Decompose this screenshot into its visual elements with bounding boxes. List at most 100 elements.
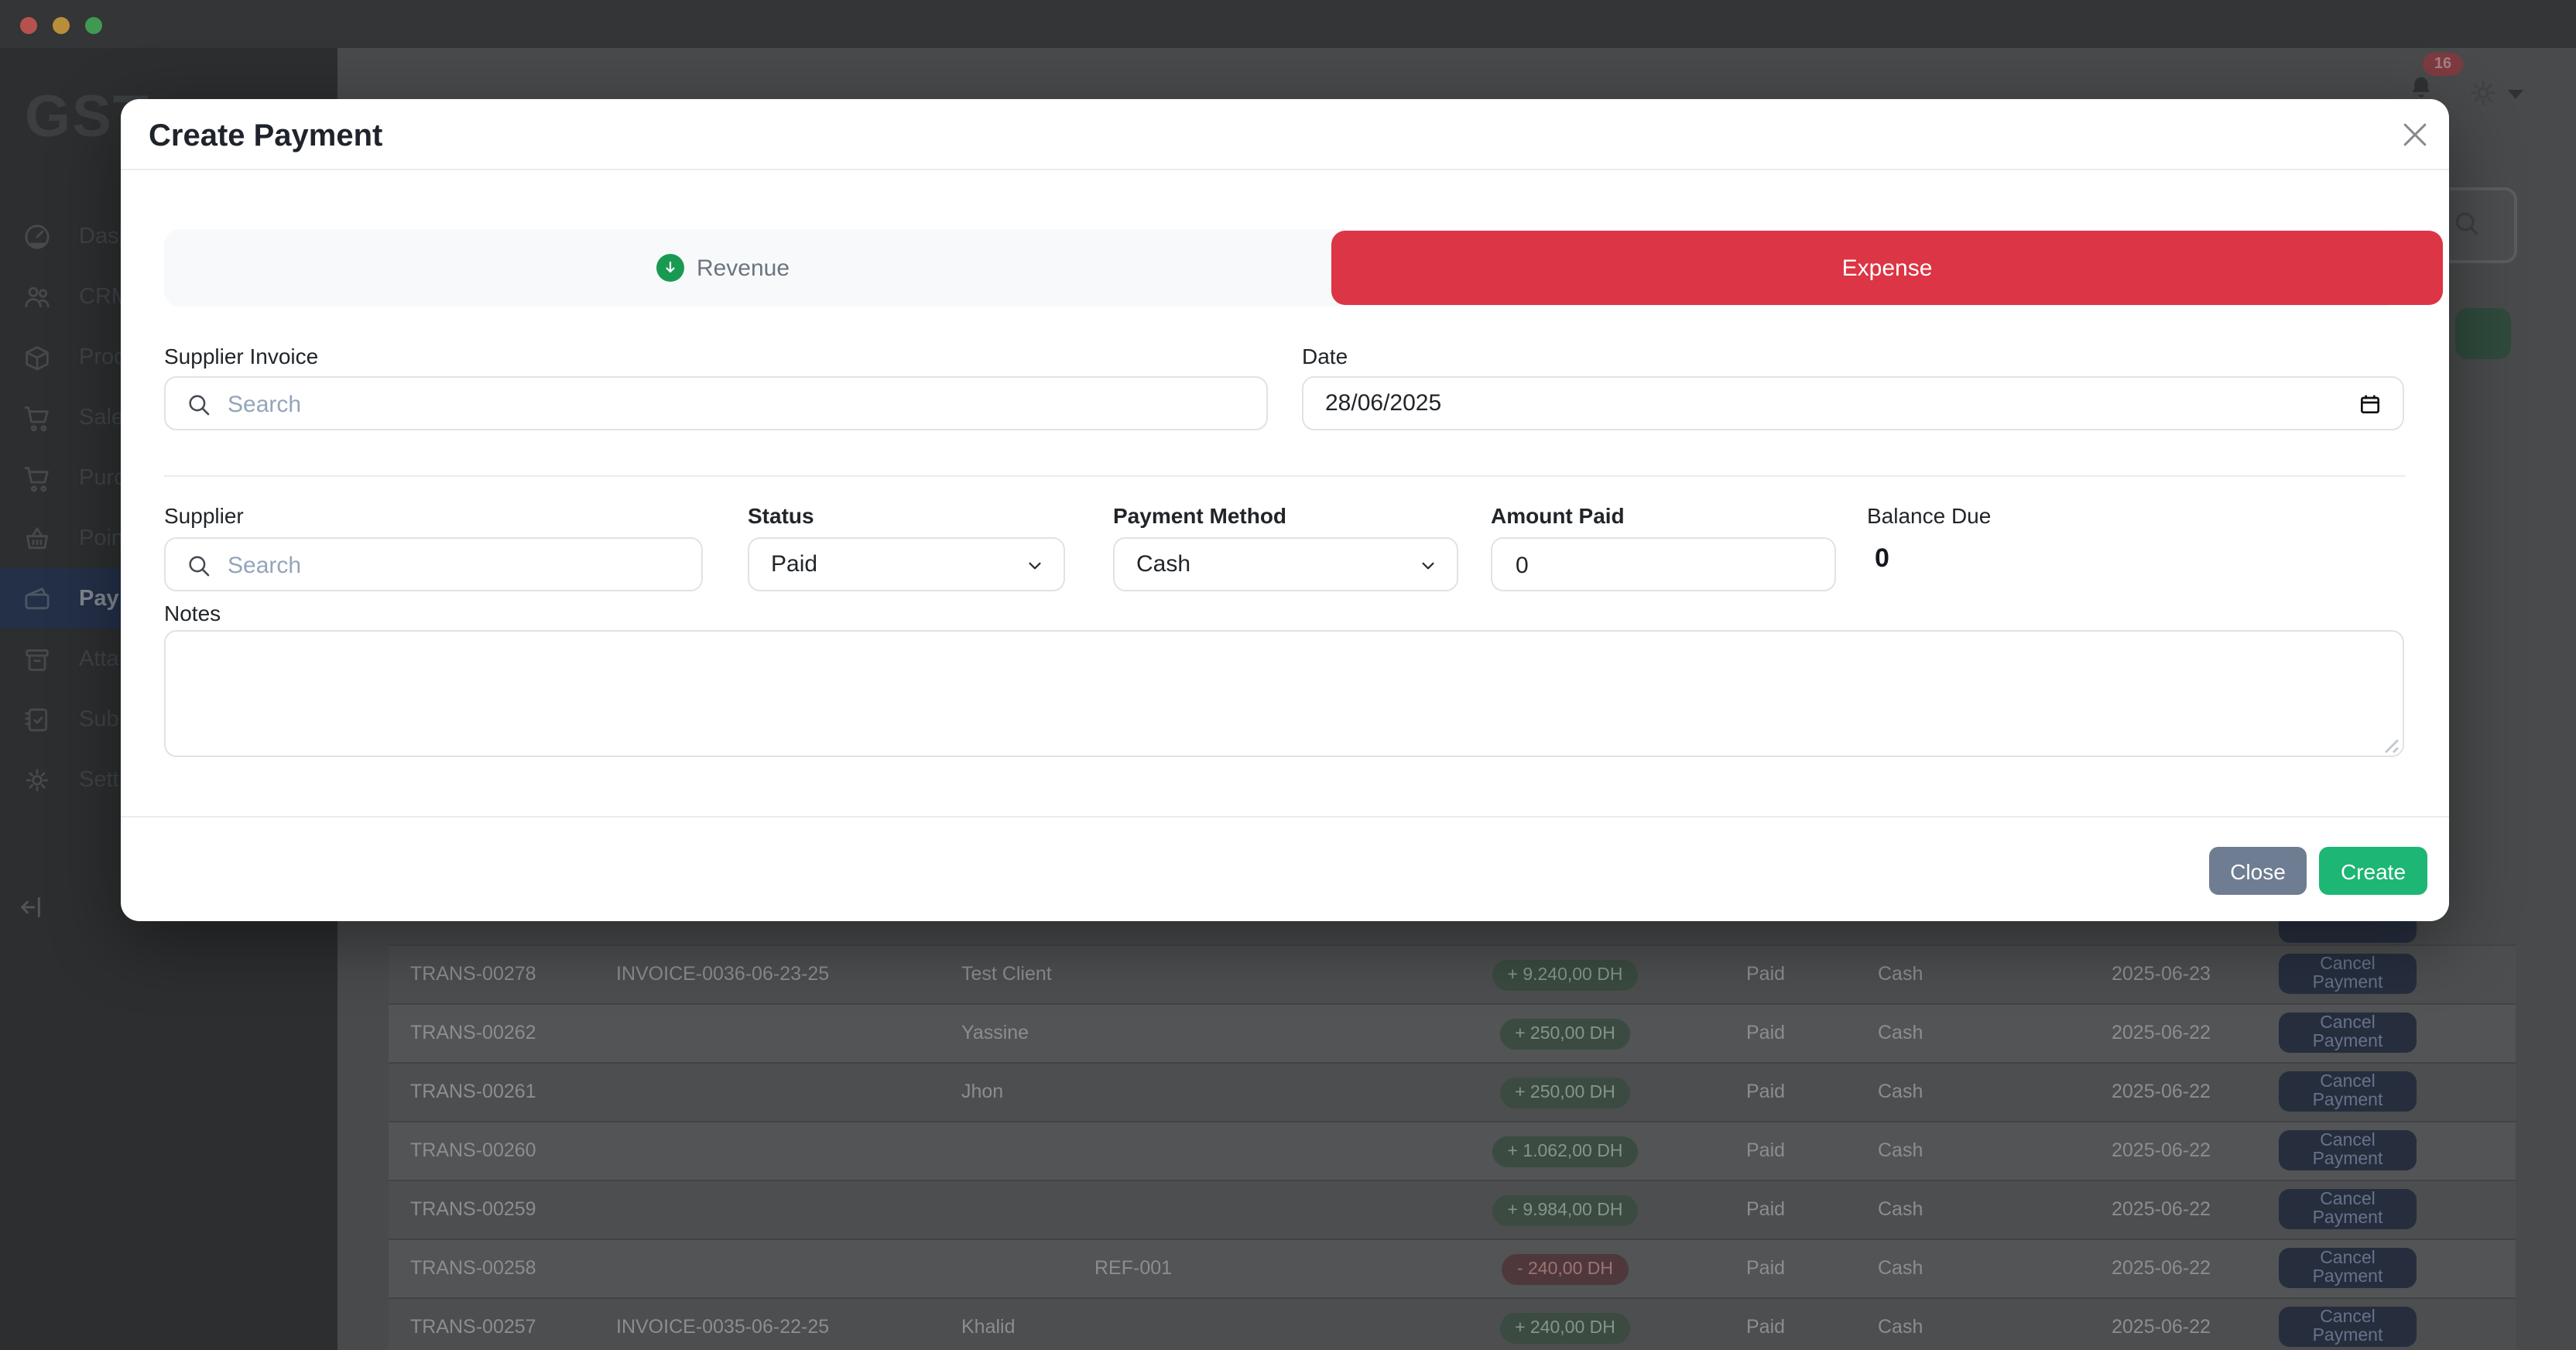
tab-expense[interactable]: Expense	[1331, 231, 2443, 305]
search-icon	[186, 392, 212, 418]
supplier-invoice-search-field[interactable]	[224, 379, 1260, 430]
cancel-payment-button-partial[interactable]	[2279, 921, 2417, 943]
cancel-payment-button[interactable]: Cancel Payment	[2279, 1013, 2417, 1053]
supplier-search-input[interactable]	[164, 537, 703, 591]
cancel-payment-button[interactable]: Cancel Payment	[2279, 1130, 2417, 1170]
method-text: Cash	[1878, 1181, 1923, 1239]
sidebar-item-icon	[22, 583, 53, 614]
transaction-id: TRANS-00260	[410, 1122, 536, 1180]
create-payment-modal: Create Payment Revenue Expense Supplier …	[121, 99, 2449, 921]
transaction-id: TRANS-00258	[410, 1240, 536, 1297]
tab-revenue[interactable]: Revenue	[164, 229, 1282, 307]
cancel-payment-button[interactable]: Cancel Payment	[2279, 1189, 2417, 1229]
traffic-light-zoom[interactable]	[85, 17, 102, 34]
sidebar-item-icon	[22, 221, 53, 252]
payments-table: TRANS-00278 INVOICE-0036-06-23-25 Test C…	[389, 921, 2516, 1350]
supplier-invoice-search-input[interactable]	[164, 376, 1268, 430]
balance-due-value: 0	[1875, 543, 1889, 574]
cancel-payment-button[interactable]: Cancel Payment	[2279, 1248, 2417, 1288]
section-divider	[164, 475, 2406, 477]
macos-titlebar	[0, 0, 2576, 48]
sidebar-item-icon	[22, 643, 53, 674]
sidebar-item-icon	[22, 523, 53, 553]
payment-type-toggle: Revenue Expense	[164, 229, 2400, 307]
date-text: 2025-06-22	[2112, 1240, 2211, 1297]
transaction-id: TRANS-00278	[410, 946, 536, 1003]
status-label: Status	[748, 503, 814, 528]
sidebar-item-label: Purc	[79, 465, 125, 490]
close-button[interactable]: Close	[2209, 847, 2307, 895]
collapse-sidebar-icon[interactable]	[17, 892, 48, 923]
date-label: Date	[1302, 344, 1348, 368]
amount-badge: + 250,00 DH	[1499, 1078, 1631, 1108]
date-text: 2025-06-22	[2112, 1181, 2211, 1239]
sidebar-item-label: Prod	[79, 344, 126, 369]
date-input[interactable]: 28/06/2025	[1302, 376, 2404, 430]
sidebar-item-label: Pay	[79, 586, 119, 611]
date-text: 2025-06-22	[2112, 1005, 2211, 1062]
table-row-trans-00259: TRANS-00259 + 9.984,00 DH Paid Cash 2025…	[389, 1180, 2516, 1239]
sidebar-item-icon	[22, 402, 53, 433]
table-row-trans-00278: TRANS-00278 INVOICE-0036-06-23-25 Test C…	[389, 944, 2516, 1003]
close-icon[interactable]	[2396, 118, 2434, 155]
amount-paid-field[interactable]	[1512, 540, 1827, 591]
app-window: GST Dash CRM Prod Sale Purc Poin Pay Att…	[0, 0, 2576, 1350]
sidebar-item-icon	[22, 764, 53, 795]
arrow-down-circle-icon	[656, 254, 684, 282]
cancel-payment-button[interactable]: Cancel Payment	[2279, 1307, 2417, 1347]
sidebar-item-icon	[22, 462, 53, 493]
traffic-light-minimize[interactable]	[53, 17, 70, 34]
sidebar-item-label: Sub	[79, 707, 119, 732]
invoice-number: INVOICE-0036-06-23-25	[616, 946, 829, 1003]
status-select[interactable]: Paid	[748, 537, 1065, 591]
amount-badge: + 9.984,00 DH	[1492, 1195, 1639, 1226]
amount-badge: + 1.062,00 DH	[1492, 1136, 1639, 1167]
table-row-trans-00257: TRANS-00257 INVOICE-0035-06-22-25 Khalid…	[389, 1297, 2516, 1350]
calendar-icon[interactable]	[2358, 392, 2382, 416]
method-text: Cash	[1878, 1122, 1923, 1180]
amount-badge: + 250,00 DH	[1499, 1019, 1631, 1050]
payment-reference: REF-001	[1094, 1240, 1172, 1297]
status-text: Paid	[1746, 1064, 1785, 1121]
search-icon	[186, 553, 212, 579]
footer-divider	[121, 816, 2449, 817]
expense-tab-label: Expense	[1842, 255, 1933, 281]
notes-label: Notes	[164, 601, 221, 625]
cancel-payment-button[interactable]: Cancel Payment	[2279, 954, 2417, 994]
method-text: Cash	[1878, 1240, 1923, 1297]
invoice-number: INVOICE-0035-06-22-25	[616, 1299, 829, 1350]
client-name: Jhon	[961, 1064, 1003, 1121]
amount-badge: + 240,00 DH	[1499, 1313, 1631, 1344]
status-selected-value: Paid	[771, 551, 817, 577]
method-text: Cash	[1878, 1064, 1923, 1121]
sidebar-item-label: Atta	[79, 646, 119, 671]
chevron-down-icon[interactable]	[2508, 90, 2523, 99]
amount-badge: - 240,00 DH	[1502, 1254, 1629, 1285]
notes-textarea[interactable]	[164, 630, 2404, 757]
status-text: Paid	[1746, 946, 1785, 1003]
payment-method-label: Payment Method	[1113, 503, 1286, 528]
traffic-light-close[interactable]	[20, 17, 37, 34]
status-text: Paid	[1746, 1240, 1785, 1297]
settings-gear-icon[interactable]	[2466, 76, 2500, 110]
method-text: Cash	[1878, 1299, 1923, 1350]
date-value: 28/06/2025	[1325, 390, 1441, 416]
cancel-payment-button[interactable]: Cancel Payment	[2279, 1071, 2417, 1112]
amount-paid-input[interactable]	[1491, 537, 1836, 591]
amount-badge: + 9.240,00 DH	[1492, 960, 1639, 991]
client-name: Test Client	[961, 946, 1052, 1003]
transaction-id: TRANS-00259	[410, 1181, 536, 1239]
client-name: Yassine	[961, 1005, 1029, 1062]
transaction-id: TRANS-00257	[410, 1299, 536, 1350]
background-create-button[interactable]	[2455, 308, 2511, 359]
date-text: 2025-06-22	[2112, 1122, 2211, 1180]
date-text: 2025-06-22	[2112, 1299, 2211, 1350]
supplier-search-field[interactable]	[224, 540, 695, 591]
payment-method-select[interactable]: Cash	[1113, 537, 1458, 591]
revenue-tab-label: Revenue	[697, 255, 790, 281]
sidebar-item-icon	[22, 281, 53, 312]
create-button[interactable]: Create	[2319, 847, 2427, 895]
supplier-invoice-label: Supplier Invoice	[164, 344, 318, 368]
sidebar-item-icon	[22, 341, 53, 372]
payment-method-selected-value: Cash	[1136, 551, 1190, 577]
